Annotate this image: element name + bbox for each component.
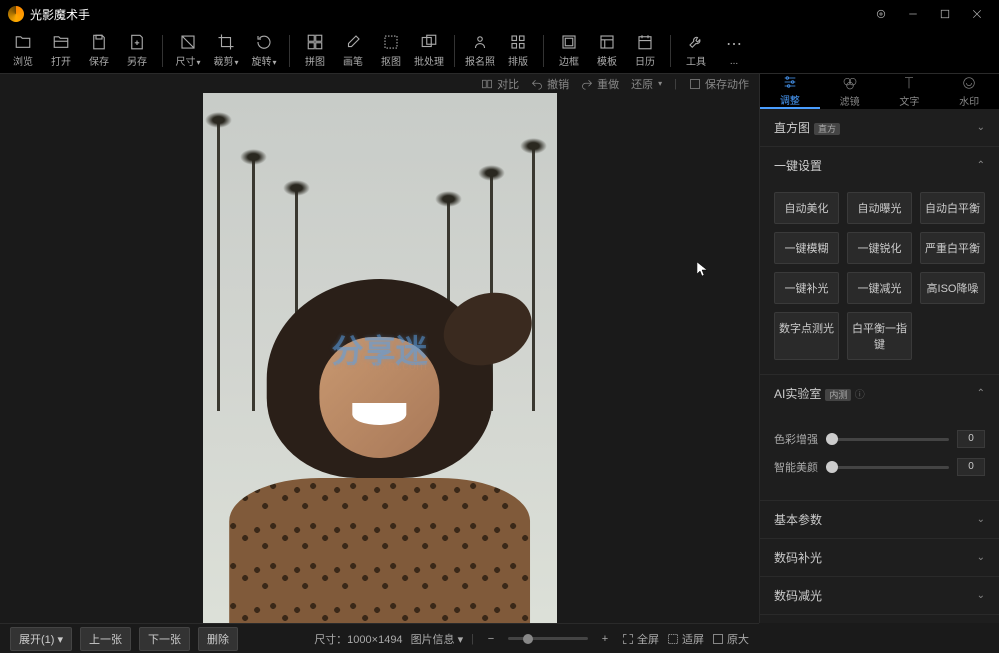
section-oneclick: 一键设置 ⌃ 自动美化自动曝光自动白平衡一键模糊一键锐化严重白平衡一键补光一键减… — [760, 147, 999, 375]
photo-image: 分享迷 www.fenxm.com — [203, 93, 557, 623]
zoom-slider[interactable] — [508, 637, 588, 640]
right-panel: 调整 滤镜 文字 水印 直方图直方 ⌄ 一键设置 ⌃ 自动美化自动曝光自动白平衡… — [759, 74, 999, 623]
preset-btn-7[interactable]: 一键减光 — [847, 272, 912, 304]
fullscreen-button[interactable]: 全屏 — [622, 631, 659, 647]
preset-btn-9[interactable]: 数字点测光 — [774, 312, 839, 360]
maximize-button[interactable] — [931, 4, 959, 24]
compare-button[interactable]: 对比 — [481, 76, 519, 92]
titlebar: 光影魔术手 — [0, 0, 999, 28]
batch-button[interactable]: 批处理 — [410, 30, 448, 72]
slider-label: 智能美颜 — [774, 459, 824, 475]
tab-text[interactable]: 文字 — [880, 74, 940, 109]
section-histogram: 直方图直方 ⌄ — [760, 109, 999, 147]
undo-button[interactable]: 撤销 — [531, 76, 569, 92]
cutout-button[interactable]: 抠图 — [372, 30, 410, 72]
canvas-area: 对比 撤销 重做 还原▾ | 保存动作 分享迷 www.fenxm.com — [0, 74, 759, 623]
preset-btn-10[interactable]: 白平衡一指键 — [847, 312, 912, 360]
delete-button[interactable]: 删除 — [198, 627, 238, 651]
chevron-down-icon: ⌄ — [977, 590, 985, 601]
zoom-out-button[interactable]: − — [482, 630, 500, 648]
settings-icon[interactable] — [867, 4, 895, 24]
preset-btn-3[interactable]: 一键模糊 — [774, 232, 839, 264]
preset-btn-0[interactable]: 自动美化 — [774, 192, 839, 224]
slider-row-1: 智能美颜 0 — [774, 458, 985, 476]
slider-row-0: 色彩增强 0 — [774, 430, 985, 448]
image-info-button[interactable]: 图片信息 ▾ — [411, 631, 464, 647]
main-toolbar: 浏览 打开 保存 另存 尺寸▾ 裁剪▾ 旋转▾ 拼图 画笔 抠图 批处理 报名照… — [0, 28, 999, 74]
minimize-button[interactable] — [899, 4, 927, 24]
save-action-button[interactable]: 保存动作 — [689, 76, 749, 92]
oneclick-header[interactable]: 一键设置 ⌃ — [760, 147, 999, 184]
prev-button[interactable]: 上一张 — [80, 627, 131, 651]
browse-button[interactable]: 浏览 — [4, 30, 42, 72]
restore-button[interactable]: 还原▾ — [631, 76, 662, 92]
main-area: 对比 撤销 重做 还原▾ | 保存动作 分享迷 www.fenxm.com 调整… — [0, 74, 999, 623]
section-ailab: AI实验室内测 ⓘ ⌃ 色彩增强 0智能美颜 0 — [760, 375, 999, 501]
ailab-header[interactable]: AI实验室内测 ⓘ ⌃ — [760, 375, 999, 412]
right-tabs: 调整 滤镜 文字 水印 — [760, 74, 999, 109]
canvas-viewport[interactable]: 分享迷 www.fenxm.com — [0, 93, 759, 623]
zoom-in-button[interactable]: + — [596, 630, 614, 648]
save-button[interactable]: 保存 — [80, 30, 118, 72]
section-header[interactable]: 数码减光⌄ — [760, 577, 999, 614]
section-header[interactable]: 基本参数⌄ — [760, 501, 999, 538]
collage-button[interactable]: 拼图 — [296, 30, 334, 72]
open-button[interactable]: 打开 — [42, 30, 80, 72]
section-collapsed-3: 清晰度⌄ — [760, 615, 999, 623]
chevron-down-icon: ⌄ — [977, 552, 985, 563]
brush-button[interactable]: 画笔 — [334, 30, 372, 72]
section-collapsed-0: 基本参数⌄ — [760, 501, 999, 539]
preset-btn-4[interactable]: 一键锐化 — [847, 232, 912, 264]
crop-button[interactable]: 裁剪▾ — [207, 30, 245, 72]
more-button[interactable]: ⋯... — [715, 30, 753, 72]
calendar-button[interactable]: 日历 — [626, 30, 664, 72]
preset-btn-2[interactable]: 自动白平衡 — [920, 192, 985, 224]
section-collapsed-1: 数码补光⌄ — [760, 539, 999, 577]
orig-button[interactable]: 原大 — [712, 631, 749, 647]
preset-btn-1[interactable]: 自动曝光 — [847, 192, 912, 224]
window-controls — [867, 4, 991, 24]
watermark-url: www.fenxm.com — [332, 358, 427, 373]
slider-track[interactable] — [832, 438, 949, 441]
canvas-toolbar: 对比 撤销 重做 还原▾ | 保存动作 — [0, 74, 759, 93]
chevron-up-icon: ⌃ — [977, 388, 985, 399]
bottom-bar: 展开(1) ▾ 上一张 下一张 删除 尺寸：1000×1494 图片信息 ▾ |… — [0, 623, 759, 653]
fit-button[interactable]: 适屏 — [667, 631, 704, 647]
slider-thumb[interactable] — [826, 461, 838, 473]
slider-value[interactable]: 0 — [957, 458, 985, 476]
template-button[interactable]: 模板 — [588, 30, 626, 72]
rotate-button[interactable]: 旋转▾ — [245, 30, 283, 72]
section-header[interactable]: 清晰度⌄ — [760, 615, 999, 623]
titlebar-left: 光影魔术手 — [8, 6, 90, 23]
save-as-button[interactable]: 另存 — [118, 30, 156, 72]
preset-btn-6[interactable]: 一键补光 — [774, 272, 839, 304]
expand-button[interactable]: 展开(1) ▾ — [10, 627, 72, 651]
chevron-down-icon: ⌄ — [977, 514, 985, 525]
idphoto-button[interactable]: 报名照 — [461, 30, 499, 72]
preset-btn-8[interactable]: 高ISO降噪 — [920, 272, 985, 304]
chevron-up-icon: ⌃ — [977, 160, 985, 171]
slider-label: 色彩增强 — [774, 431, 824, 447]
redo-button[interactable]: 重做 — [581, 76, 619, 92]
layout-button[interactable]: 排版 — [499, 30, 537, 72]
app-logo-icon — [8, 6, 24, 22]
close-button[interactable] — [963, 4, 991, 24]
border-button[interactable]: 边框 — [550, 30, 588, 72]
next-button[interactable]: 下一张 — [139, 627, 190, 651]
slider-track[interactable] — [832, 466, 949, 469]
chevron-down-icon: ⌄ — [977, 122, 985, 133]
section-header[interactable]: 数码补光⌄ — [760, 539, 999, 576]
preset-btn-5[interactable]: 严重白平衡 — [920, 232, 985, 264]
slider-value[interactable]: 0 — [957, 430, 985, 448]
tab-filter[interactable]: 滤镜 — [820, 74, 880, 109]
slider-thumb[interactable] — [826, 433, 838, 445]
tools-button[interactable]: 工具 — [677, 30, 715, 72]
app-title: 光影魔术手 — [30, 6, 90, 23]
image-size-label: 尺寸：1000×1494 — [314, 631, 402, 647]
histogram-header[interactable]: 直方图直方 ⌄ — [760, 109, 999, 146]
tab-watermark[interactable]: 水印 — [939, 74, 999, 109]
tab-adjust[interactable]: 调整 — [760, 74, 820, 109]
section-collapsed-2: 数码减光⌄ — [760, 577, 999, 615]
size-button[interactable]: 尺寸▾ — [169, 30, 207, 72]
